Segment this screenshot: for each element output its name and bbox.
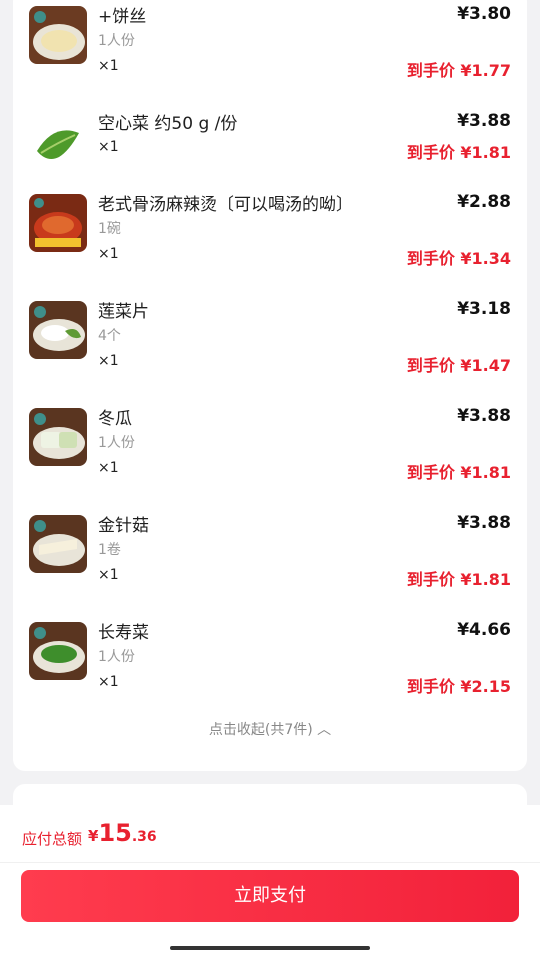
product-quantity: ×1 xyxy=(98,460,119,476)
product-quantity: ×1 xyxy=(98,567,119,583)
product-name: +饼丝 xyxy=(98,7,147,27)
product-thumbnail xyxy=(29,194,87,252)
total-amount: ¥15.36 xyxy=(88,819,157,847)
checkout-bar: 应付总额 ¥15.36 立即支付 xyxy=(0,805,540,959)
product-quantity: ×1 xyxy=(98,353,119,369)
order-item[interactable]: 冬瓜 1人份 ×1 ¥3.88 到手价 ¥1.81 xyxy=(13,406,527,508)
product-spec: 4个 xyxy=(98,328,121,344)
product-quantity: ×1 xyxy=(98,246,119,262)
product-quantity: ×1 xyxy=(98,58,119,74)
product-price: ¥3.80 xyxy=(457,4,511,24)
order-items-card: +饼丝 1人份 ×1 ¥3.80 到手价 ¥1.77 空心菜 约50 g /份 … xyxy=(13,0,527,771)
final-price: 到手价 ¥1.81 xyxy=(406,570,511,589)
total-label: 应付总额 xyxy=(22,830,83,848)
final-price: 到手价 ¥1.34 xyxy=(406,249,511,268)
order-item[interactable]: 老式骨汤麻辣烫〔可以喝汤的呦〕 1碗 ×1 ¥2.88 到手价 ¥1.34 xyxy=(13,192,527,294)
final-price: 到手价 ¥1.47 xyxy=(406,356,511,375)
product-name: 空心菜 约50 g /份 xyxy=(98,114,238,134)
product-price: ¥3.18 xyxy=(457,299,511,319)
product-name: 长寿菜 xyxy=(98,623,149,643)
product-thumbnail xyxy=(29,301,87,359)
product-thumbnail xyxy=(29,515,87,573)
product-price: ¥4.66 xyxy=(457,620,511,640)
product-spec: 1碗 xyxy=(98,221,121,237)
product-name: 金针菇 xyxy=(98,516,149,536)
order-item[interactable]: 长寿菜 1人份 ×1 ¥4.66 到手价 ¥2.15 xyxy=(13,620,527,722)
product-spec: 1卷 xyxy=(98,542,121,558)
product-name: 老式骨汤麻辣烫〔可以喝汤的呦〕 xyxy=(98,195,353,215)
product-price: ¥3.88 xyxy=(457,406,511,426)
order-item[interactable]: +饼丝 1人份 ×1 ¥3.80 到手价 ¥1.77 xyxy=(13,4,527,106)
product-spec: 1人份 xyxy=(98,649,135,665)
product-name: 冬瓜 xyxy=(98,409,132,429)
product-name: 莲菜片 xyxy=(98,302,149,322)
final-price: 到手价 ¥1.81 xyxy=(406,463,511,482)
product-price: ¥2.88 xyxy=(457,192,511,212)
product-price: ¥3.88 xyxy=(457,513,511,533)
order-item[interactable]: 莲菜片 4个 ×1 ¥3.18 到手价 ¥1.47 xyxy=(13,299,527,401)
divider xyxy=(0,862,540,863)
product-quantity: ×1 xyxy=(98,139,119,155)
product-spec: 1人份 xyxy=(98,33,135,49)
final-price: 到手价 ¥2.15 xyxy=(406,677,511,696)
product-price: ¥3.88 xyxy=(457,111,511,131)
product-thumbnail xyxy=(29,622,87,680)
product-spec: 1人份 xyxy=(98,435,135,451)
product-thumbnail xyxy=(29,408,87,466)
currency-symbol: ¥ xyxy=(88,827,99,845)
product-thumbnail xyxy=(29,6,87,64)
final-price: 到手价 ¥1.81 xyxy=(406,143,511,162)
product-thumbnail xyxy=(29,113,87,171)
product-quantity: ×1 xyxy=(98,674,119,690)
order-item[interactable]: 金针菇 1卷 ×1 ¥3.88 到手价 ¥1.81 xyxy=(13,513,527,615)
final-price: 到手价 ¥1.77 xyxy=(406,61,511,80)
amount-decimal: .36 xyxy=(131,829,157,845)
amount-integer: 15 xyxy=(98,819,132,847)
collapse-items-button[interactable]: 点击收起(共7件) ︿ xyxy=(13,719,527,739)
pay-now-button[interactable]: 立即支付 xyxy=(21,870,519,922)
home-indicator xyxy=(170,946,370,950)
